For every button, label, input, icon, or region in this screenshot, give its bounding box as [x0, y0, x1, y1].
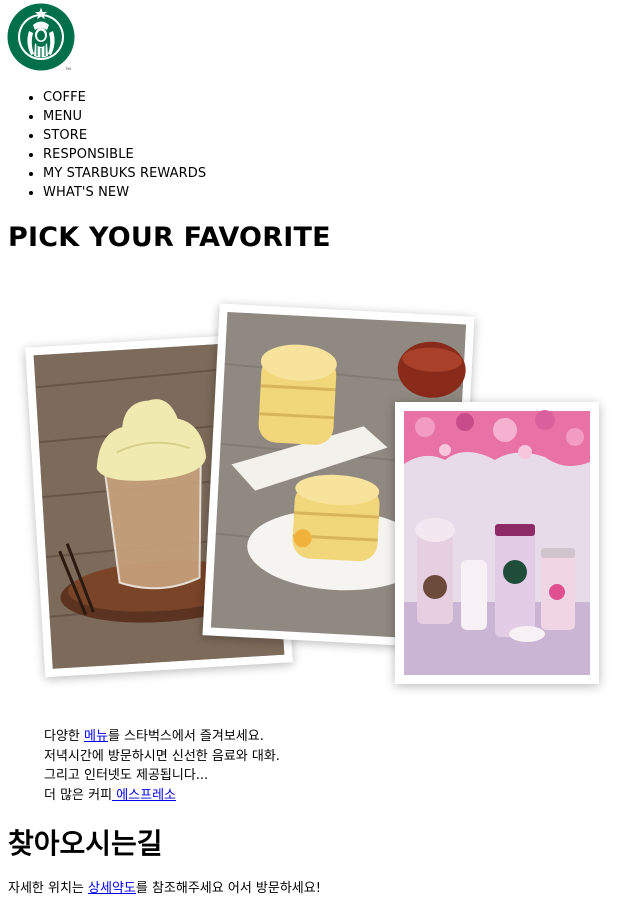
page-title: PICK YOUR FAVORITE — [8, 222, 331, 253]
nav-item-label[interactable]: MENU — [43, 109, 82, 124]
nav-item-label[interactable]: STORE — [43, 128, 87, 143]
menu-link[interactable]: 메뉴 — [84, 729, 108, 744]
directions-title: 찾아오시는길 — [8, 827, 163, 860]
desc-text: 를 스타벅스에서 즐겨보세요. — [107, 729, 264, 744]
nav-item-whats-new[interactable]: WHAT'S NEW — [43, 183, 206, 202]
desc-text: 그리고 인터넷도 제공됩니다... — [44, 768, 209, 783]
nav-item-label[interactable]: MY STARBUKS REWARDS — [43, 166, 206, 181]
cherry-blossom-tumblers-photo — [395, 402, 599, 684]
nav-item-responsible[interactable]: RESPONSIBLE — [43, 145, 206, 164]
nav-item-rewards[interactable]: MY STARBUKS REWARDS — [43, 164, 206, 183]
directions-text: 자세한 위치는 상세약도를 참조해주세요 어서 방문하세요! — [8, 879, 321, 898]
nav-item-label[interactable]: RESPONSIBLE — [43, 147, 134, 162]
starbucks-siren-logo-icon: TM — [7, 3, 75, 71]
espresso-link[interactable]: 에스프레소 — [112, 788, 176, 803]
nav-item-label[interactable]: WHAT'S NEW — [43, 185, 129, 200]
starbucks-logo[interactable]: TM — [7, 3, 75, 71]
map-link[interactable]: 상세약도 — [88, 881, 136, 896]
desc-text: 저녁시간에 방문하시면 신선한 음료와 대화. — [44, 748, 280, 764]
directions-text-suffix: 를 참조해주세요 어서 방문하세요! — [135, 881, 321, 896]
svg-text:TM: TM — [65, 66, 71, 71]
cherry-blossom-tumblers-photo-icon — [404, 410, 590, 675]
desc-text: 더 많은 커피 — [44, 787, 113, 803]
menu-description: 다양한 메뉴를 스타벅스에서 즐겨보세요. 저녁시간에 방문하시면 신선한 음료… — [44, 727, 280, 805]
directions-text-prefix: 자세한 위치는 — [8, 881, 89, 896]
nav-item-label[interactable]: COFFE — [43, 90, 86, 105]
desc-text: 다양한 — [44, 729, 85, 744]
main-nav: COFFE MENU STORE RESPONSIBLE MY STARBUKS… — [0, 88, 206, 202]
nav-item-coffe[interactable]: COFFE — [43, 88, 206, 107]
nav-item-menu[interactable]: MENU — [43, 107, 206, 126]
nav-item-store[interactable]: STORE — [43, 126, 206, 145]
